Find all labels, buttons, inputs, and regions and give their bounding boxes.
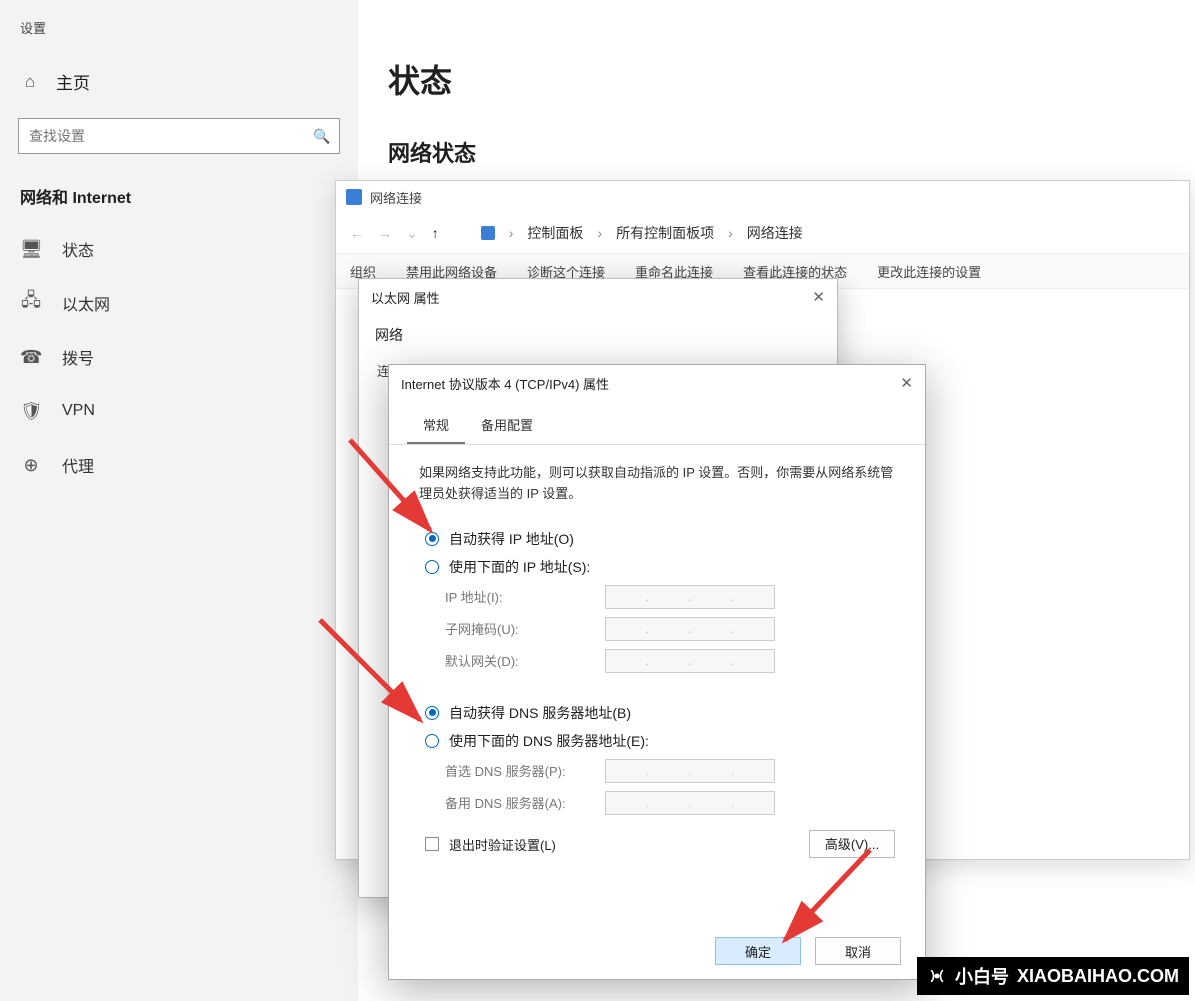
dialup-icon: ☎ <box>20 347 42 368</box>
tab-alternate[interactable]: 备用配置 <box>465 407 549 444</box>
page-title: 状态 <box>358 0 1195 112</box>
ok-button[interactable]: 确定 <box>715 937 801 965</box>
checkbox-icon <box>425 837 439 851</box>
field-label: 备用 DNS 服务器(A): <box>445 793 595 812</box>
sidebar-item-label: 状态 <box>62 237 94 261</box>
field-label: 首选 DNS 服务器(P): <box>445 761 595 780</box>
sidebar-item-label: 拨号 <box>62 345 94 369</box>
forward-icon[interactable]: → <box>378 225 392 241</box>
back-icon[interactable]: ← <box>350 225 364 241</box>
radio-dns-auto[interactable]: 自动获得 DNS 服务器地址(B) <box>425 703 895 723</box>
field-ip-address: IP 地址(I): ... <box>445 585 895 609</box>
field-label: IP 地址(I): <box>445 587 595 606</box>
ip-input: ... <box>605 649 775 673</box>
sidebar-item-vpn[interactable]: 🛡 VPN <box>0 384 358 438</box>
field-label: 子网掩码(U): <box>445 619 595 638</box>
field-subnet-mask: 子网掩码(U): ... <box>445 617 895 641</box>
field-dns-preferred: 首选 DNS 服务器(P): ... <box>445 759 895 783</box>
ipv4-properties-dialog: Internet 协议版本 4 (TCP/IPv4) 属性 ✕ 常规 备用配置 … <box>388 364 926 980</box>
advanced-button[interactable]: 高级(V)... <box>809 830 895 858</box>
tab-network[interactable]: 网络 <box>359 315 419 355</box>
radio-icon <box>425 734 439 748</box>
dialog-titlebar[interactable]: 以太网 属性 ✕ <box>359 279 837 315</box>
up-icon[interactable]: ↑ <box>432 225 439 241</box>
sidebar-item-proxy[interactable]: ⊕ 代理 <box>0 438 358 492</box>
search-field[interactable] <box>19 128 305 144</box>
sidebar-item-home[interactable]: ⌂ 主页 <box>0 55 358 108</box>
sidebar-item-status[interactable]: 🖥 状态 <box>0 222 358 276</box>
sidebar-item-dialup[interactable]: ☎ 拨号 <box>0 330 358 384</box>
close-icon[interactable]: ✕ <box>900 374 913 392</box>
tab-general[interactable]: 常规 <box>407 407 465 444</box>
radio-label: 自动获得 IP 地址(O) <box>449 529 574 549</box>
field-dns-alternate: 备用 DNS 服务器(A): ... <box>445 791 895 815</box>
sidebar-group-title: 网络和 Internet <box>0 174 358 222</box>
sidebar-item-label: 代理 <box>62 453 94 477</box>
network-icon <box>481 226 495 240</box>
ethernet-icon: 🖧 <box>20 288 42 318</box>
radio-ip-manual[interactable]: 使用下面的 IP 地址(S): <box>425 557 895 577</box>
radio-label: 使用下面的 DNS 服务器地址(E): <box>449 731 649 751</box>
field-default-gateway: 默认网关(D): ... <box>445 649 895 673</box>
sidebar-item-label: VPN <box>62 402 95 420</box>
radio-dns-manual[interactable]: 使用下面的 DNS 服务器地址(E): <box>425 731 895 751</box>
ip-input: ... <box>605 791 775 815</box>
ip-input: ... <box>605 759 775 783</box>
checkbox-label: 退出时验证设置(L) <box>449 835 556 854</box>
field-label: 默认网关(D): <box>445 651 595 670</box>
dialog-title: Internet 协议版本 4 (TCP/IPv4) 属性 <box>401 374 609 393</box>
chevron-right-icon: › <box>597 225 602 241</box>
badge-en: XIAOBAIHAO.COM <box>1017 966 1179 987</box>
sidebar-item-label: 以太网 <box>62 291 110 315</box>
toolbar-change[interactable]: 更改此连接的设置 <box>877 262 981 281</box>
proxy-icon: ⊕ <box>20 455 42 476</box>
home-label: 主页 <box>56 69 90 94</box>
sidebar-item-ethernet[interactable]: 🖧 以太网 <box>0 276 358 330</box>
explorer-title: 网络连接 <box>370 188 422 207</box>
radio-label: 自动获得 DNS 服务器地址(B) <box>449 703 631 723</box>
settings-sidebar: 设置 ⌂ 主页 🔍 网络和 Internet 🖥 状态 🖧 以太网 ☎ 拨号 🛡… <box>0 0 358 1001</box>
badge-cn: 小白号 <box>955 963 1009 989</box>
ipv4-body: 如果网络支持此功能，则可以获取自动指派的 IP 设置。否则，你需要从网络系统管理… <box>389 445 925 868</box>
chevron-right-icon: › <box>728 225 733 241</box>
ipv4-description: 如果网络支持此功能，则可以获取自动指派的 IP 设置。否则，你需要从网络系统管理… <box>419 463 895 505</box>
radio-icon <box>425 560 439 574</box>
brand-badge: 小白号 XIAOBAIHAO.COM <box>917 957 1189 995</box>
dialog-titlebar[interactable]: Internet 协议版本 4 (TCP/IPv4) 属性 ✕ <box>389 365 925 401</box>
radio-label: 使用下面的 IP 地址(S): <box>449 557 590 577</box>
close-icon[interactable]: ✕ <box>812 288 825 306</box>
chevron-right-icon: › <box>509 225 514 241</box>
home-icon: ⌂ <box>20 72 40 92</box>
radio-icon <box>425 532 439 546</box>
ip-input: ... <box>605 585 775 609</box>
search-input[interactable]: 🔍 <box>18 118 340 154</box>
cancel-button[interactable]: 取消 <box>815 937 901 965</box>
search-icon: 🔍 <box>305 128 339 145</box>
dialog-buttons: 确定 取消 <box>389 937 925 965</box>
radio-icon <box>425 706 439 720</box>
dialog-title: 以太网 属性 <box>371 288 440 307</box>
ip-input: ... <box>605 617 775 641</box>
breadcrumb[interactable]: 控制面板 <box>527 223 583 243</box>
breadcrumb[interactable]: 所有控制面板项 <box>616 223 714 243</box>
status-icon: 🖥 <box>20 239 42 260</box>
app-title: 设置 <box>0 0 358 55</box>
ipv4-tabs: 常规 备用配置 <box>389 407 925 445</box>
network-icon <box>346 189 362 205</box>
vpn-icon: 🛡 <box>20 401 42 422</box>
explorer-titlebar[interactable]: 网络连接 <box>336 181 1189 213</box>
signal-icon <box>927 966 947 986</box>
radio-ip-auto[interactable]: 自动获得 IP 地址(O) <box>425 529 895 549</box>
explorer-navbar: ← → ⌄ ↑ › 控制面板 › 所有控制面板项 › 网络连接 <box>336 213 1189 253</box>
section-title: 网络状态 <box>358 112 1195 176</box>
breadcrumb[interactable]: 网络连接 <box>747 223 803 243</box>
recent-icon[interactable]: ⌄ <box>406 225 418 242</box>
